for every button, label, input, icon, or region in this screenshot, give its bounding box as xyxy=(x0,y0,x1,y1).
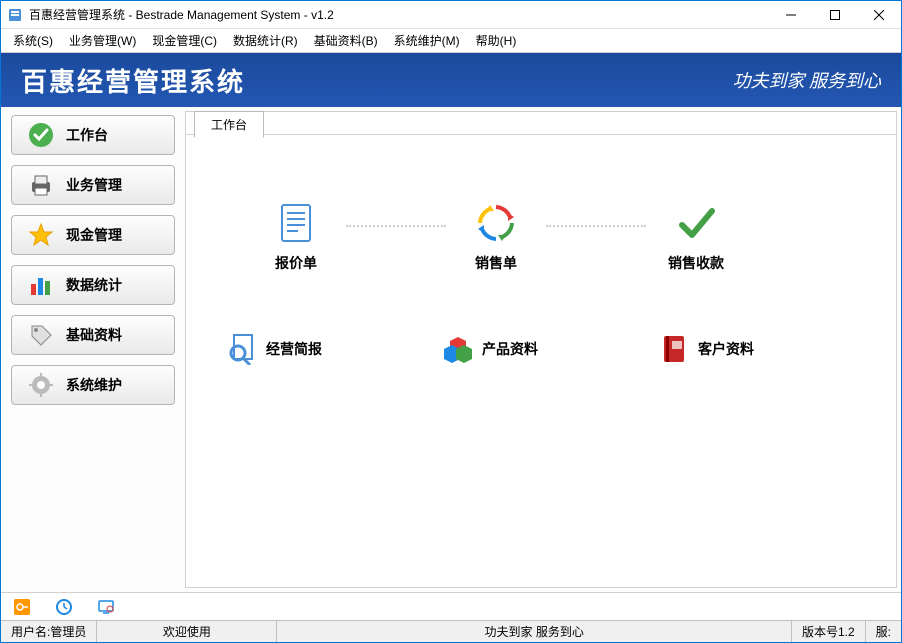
star-icon xyxy=(28,222,54,248)
checkmark-icon xyxy=(676,203,716,243)
header-slogan: 功夫到家 服务到心 xyxy=(733,67,882,93)
status-welcome: 欢迎使用 xyxy=(97,621,277,642)
sidebar: 工作台 业务管理 现金管理 数据统计 基础资料 xyxy=(1,107,185,592)
quick-report[interactable]: 经营简报 xyxy=(226,333,322,365)
sidebar-item-label: 数据统计 xyxy=(66,275,122,295)
workflow-label: 销售收款 xyxy=(668,253,724,273)
menu-help[interactable]: 帮助(H) xyxy=(468,29,525,52)
tag-icon xyxy=(28,322,54,348)
workflow-receipt[interactable]: 销售收款 xyxy=(646,203,746,273)
document-icon xyxy=(276,203,316,243)
sidebar-item-maintain[interactable]: 系统维护 xyxy=(11,365,175,405)
clock-icon[interactable] xyxy=(55,598,73,616)
workflow-quote[interactable]: 报价单 xyxy=(246,203,346,273)
workflow-row: 报价单 销售单 销售收款 xyxy=(186,163,896,303)
sidebar-item-business[interactable]: 业务管理 xyxy=(11,165,175,205)
status-version: 版本号 1.2 xyxy=(792,621,866,642)
statusbar: 用户名: 管理员 欢迎使用 功夫到家 服务到心 版本号 1.2 服: xyxy=(1,620,901,642)
printer-icon xyxy=(28,172,54,198)
menu-business[interactable]: 业务管理(W) xyxy=(61,29,144,52)
header-title: 百惠经营管理系统 xyxy=(21,62,245,99)
status-user: 用户名: 管理员 xyxy=(1,621,97,642)
minimize-button[interactable] xyxy=(769,1,813,29)
menu-system[interactable]: 系统(S) xyxy=(5,29,61,52)
window-title: 百惠经营管理系统 - Bestrade Management System - … xyxy=(29,6,769,23)
sidebar-item-label: 工作台 xyxy=(66,125,108,145)
bottom-toolbar xyxy=(1,592,901,620)
workflow-sales[interactable]: 销售单 xyxy=(446,203,546,273)
bar-chart-icon xyxy=(28,272,54,298)
recycle-icon xyxy=(476,203,516,243)
header-banner: 百惠经营管理系统 功夫到家 服务到心 xyxy=(1,53,901,107)
quick-product[interactable]: 产品资料 xyxy=(442,333,538,365)
sidebar-item-workspace[interactable]: 工作台 xyxy=(11,115,175,155)
window-controls xyxy=(769,1,901,29)
app-icon xyxy=(7,7,23,23)
red-book-icon xyxy=(658,333,690,365)
check-circle-icon xyxy=(28,122,54,148)
sidebar-item-label: 基础资料 xyxy=(66,325,122,345)
arrow-icon xyxy=(546,225,646,227)
menu-maintain[interactable]: 系统维护(M) xyxy=(386,29,468,52)
menu-basedata[interactable]: 基础资料(B) xyxy=(306,29,386,52)
menu-stats[interactable]: 数据统计(R) xyxy=(225,29,306,52)
close-button[interactable] xyxy=(857,1,901,29)
content-inner: 报价单 销售单 销售收款 xyxy=(186,134,896,395)
quick-customer[interactable]: 客户资料 xyxy=(658,333,754,365)
quick-label: 经营简报 xyxy=(266,339,322,359)
monitor-icon[interactable] xyxy=(97,598,115,616)
magnifier-doc-icon xyxy=(226,333,258,365)
titlebar: 百惠经营管理系统 - Bestrade Management System - … xyxy=(1,1,901,29)
arrow-icon xyxy=(346,225,446,227)
sidebar-item-basedata[interactable]: 基础资料 xyxy=(11,315,175,355)
key-icon[interactable] xyxy=(13,598,31,616)
gear-icon xyxy=(28,372,54,398)
workflow-label: 销售单 xyxy=(475,253,517,273)
content-panel: 工作台 报价单 销售单 xyxy=(185,111,897,588)
sidebar-item-label: 现金管理 xyxy=(66,225,122,245)
quick-label: 产品资料 xyxy=(482,339,538,359)
main-area: 工作台 业务管理 现金管理 数据统计 基础资料 xyxy=(1,107,901,592)
menu-cash[interactable]: 现金管理(C) xyxy=(144,29,225,52)
quick-label: 客户资料 xyxy=(698,339,754,359)
tab-workspace[interactable]: 工作台 xyxy=(194,111,264,138)
status-slogan: 功夫到家 服务到心 xyxy=(277,621,792,642)
sidebar-item-label: 业务管理 xyxy=(66,175,122,195)
sidebar-item-label: 系统维护 xyxy=(66,375,122,395)
menubar: 系统(S) 业务管理(W) 现金管理(C) 数据统计(R) 基础资料(B) 系统… xyxy=(1,29,901,53)
workflow-label: 报价单 xyxy=(275,253,317,273)
sidebar-item-stats[interactable]: 数据统计 xyxy=(11,265,175,305)
maximize-button[interactable] xyxy=(813,1,857,29)
status-server: 服: xyxy=(866,621,901,642)
quick-row: 经营简报 产品资料 客户资料 xyxy=(186,303,896,395)
cubes-icon xyxy=(442,333,474,365)
sidebar-item-cash[interactable]: 现金管理 xyxy=(11,215,175,255)
